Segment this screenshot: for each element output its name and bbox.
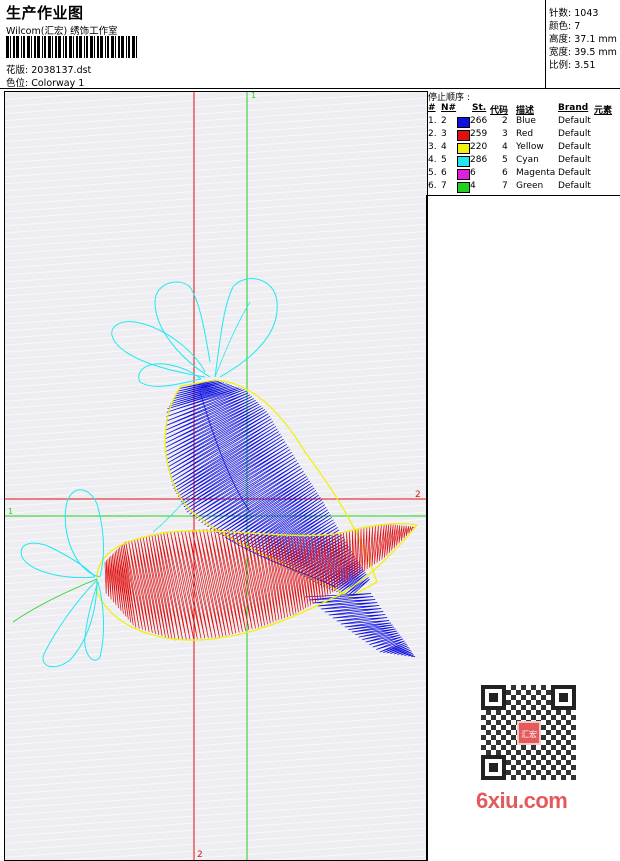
legend-row-stitches: 286 [470, 155, 488, 165]
color-swatch [457, 169, 470, 180]
legend-head-brand: Brand [558, 103, 589, 113]
legend-row-brand: Default [558, 168, 591, 178]
lower-leaf-2 [20, 542, 96, 579]
watermark-text: 6xiu.com [476, 788, 568, 813]
legend-head-num: # [428, 103, 436, 113]
stat-stitches: 针数: 1043 [549, 5, 598, 19]
guide-label-red-bottom: 2 [197, 850, 203, 860]
embroidery-design: 1 1 2 2 [5, 92, 427, 860]
legend-row-n: 2 [441, 116, 447, 126]
upper-leaf-1 [154, 281, 211, 378]
legend-row: 5. 6 6 6 Magenta Default [426, 168, 620, 181]
legend-row-brand: Default [558, 142, 591, 152]
design-file-line: 花版: 2038137.dst [6, 62, 91, 76]
legend-row-stitches: 266 [470, 116, 488, 126]
color-swatch [457, 143, 470, 154]
legend-row-brand: Default [558, 129, 591, 139]
guide-label-red-right: 2 [415, 490, 421, 500]
lower-leaf-3 [42, 579, 98, 668]
stat-label: 比例: [549, 60, 572, 71]
legend-row-n: 7 [441, 181, 447, 191]
worksheet-header: 生产作业图 Wilcom(汇宏) 绣饰工作室 花版: 2038137.dst 色… [0, 0, 620, 89]
stat-width: 宽度: 39.5 mm [549, 44, 617, 58]
legend-row-brand: Default [558, 155, 591, 165]
legend-row-code: 4 [502, 142, 508, 152]
stat-ratio: 比例: 3.51 [549, 57, 595, 71]
legend-row-code: 5 [502, 155, 508, 165]
legend-row-n: 3 [441, 129, 447, 139]
legend-row-brand: Default [558, 116, 591, 126]
legend-row: 6. 7 4 7 Green Default [426, 181, 620, 194]
legend-row-brand: Default [558, 181, 591, 191]
color-swatch [457, 182, 470, 193]
legend-row-desc: Magenta [516, 168, 556, 178]
legend-row-code: 2 [502, 116, 508, 126]
legend-row-desc: Yellow [516, 142, 544, 152]
qr-stamp-text: 汇宏 [521, 729, 537, 739]
legend-row-desc: Green [516, 181, 544, 191]
legend-row-num: 1. [428, 116, 437, 126]
legend-row: 4. 5 286 5 Cyan Default [426, 155, 620, 168]
design-preview: 1 1 2 2 [4, 91, 428, 861]
legend-head-element: 元素 [594, 106, 613, 116]
blank-panel: 汇宏 6xiu.com [426, 196, 620, 861]
qr-code: 汇宏 [481, 685, 576, 780]
guide-label-green-top: 1 [251, 92, 256, 100]
legend-row-n: 6 [441, 168, 447, 178]
legend-row-stitches: 259 [470, 129, 488, 139]
legend-row-n: 4 [441, 142, 447, 152]
legend-title: 停止顺序 : [428, 93, 470, 103]
legend-row-code: 6 [502, 168, 508, 178]
legend-row-stitches: 4 [470, 181, 476, 191]
legend-row: 2. 3 259 3 Red Default [426, 129, 620, 142]
stat-colors: 颜色: 7 [549, 18, 580, 32]
red-carrot-fill [104, 523, 416, 641]
legend-row-num: 3. [428, 142, 437, 152]
legend-row-num: 4. [428, 155, 437, 165]
legend-row-stitches: 6 [470, 168, 476, 178]
studio-name: Wilcom(汇宏) 绣饰工作室 [6, 26, 118, 37]
colorway-line: 色位: Colorway 1 [6, 75, 84, 89]
watermark: 汇宏 6xiu.com [471, 680, 589, 815]
legend-head-st: St. [472, 103, 487, 113]
legend-head-n: N# [441, 103, 457, 113]
upper-leaf-3 [111, 321, 206, 378]
production-worksheet: 生产作业图 Wilcom(汇宏) 绣饰工作室 花版: 2038137.dst 色… [0, 0, 620, 861]
color-sequence-legend: 停止顺序 : # N# St. 代码 描述 Brand 元素 1. 2 266 2 Bl… [426, 88, 620, 196]
lower-leaf-1 [64, 489, 104, 578]
legend-row-code: 7 [502, 181, 508, 191]
legend-row: 3. 4 220 4 Yellow Default [426, 142, 620, 155]
lower-leaf-4 [84, 581, 105, 661]
lower-leaf-stem [12, 578, 98, 623]
color-swatch [457, 130, 470, 141]
page-title: 生产作业图 [6, 4, 84, 22]
legend-row-num: 2. [428, 129, 437, 139]
guide-label-green-left: 1 [8, 507, 13, 516]
legend-row-n: 5 [441, 155, 447, 165]
legend-row-num: 5. [428, 168, 437, 178]
legend-row-stitches: 220 [470, 142, 488, 152]
upper-leaf-2 [214, 278, 278, 378]
legend-row-code: 3 [502, 129, 508, 139]
legend-head-code: 代码 [490, 106, 509, 116]
barcode [6, 36, 137, 58]
color-swatch [457, 156, 470, 167]
legend-row-num: 6. [428, 181, 437, 191]
legend-row: 1. 2 266 2 Blue Default [426, 116, 620, 129]
stat-value: 3.51 [574, 60, 596, 71]
design-stats: 针数: 1043 颜色: 7 高度: 37.1 mm 宽度: 39.5 mm 比… [545, 0, 620, 88]
legend-row-desc: Red [516, 129, 534, 139]
legend-row-desc: Cyan [516, 155, 539, 165]
stitch-layer [12, 278, 418, 668]
color-swatch [457, 117, 470, 128]
colorway-label: 色位: [6, 78, 29, 89]
colorway-value: Colorway 1 [31, 78, 85, 89]
stat-height: 高度: 37.1 mm [549, 31, 617, 45]
legend-head-desc: 描述 [516, 106, 535, 116]
legend-row-desc: Blue [516, 116, 536, 126]
